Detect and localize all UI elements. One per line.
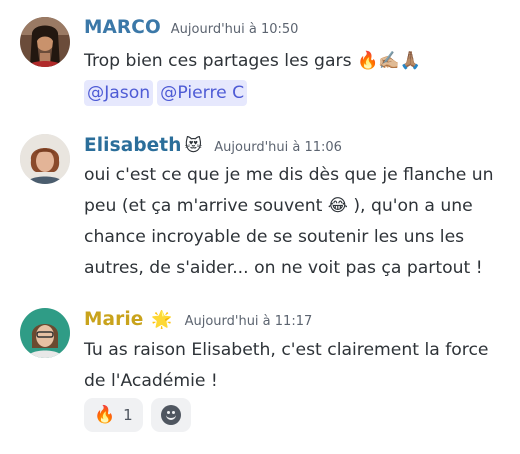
elisabeth-avatar-image (20, 134, 70, 184)
reaction-fire[interactable]: 🔥 1 (84, 398, 143, 432)
mentions-row: @Jason @Pierre C (84, 78, 508, 109)
author-name[interactable]: Elisabeth (84, 135, 182, 156)
avatar-marie[interactable] (20, 308, 70, 358)
message-line: de l'Académie ! (84, 371, 218, 391)
author-name[interactable]: Marie (84, 309, 143, 330)
timestamp[interactable]: Aujourd'hui à 11:06 (214, 140, 342, 155)
message-line: oui c'est ce que je me dis dès que je fl… (84, 165, 494, 185)
message-line: peu (et ça m'arrive souvent 😂 ), qu'on a… (84, 196, 473, 216)
glowing-star-emoji: 🌟 (151, 310, 173, 330)
marco-avatar-image (20, 17, 70, 67)
avatar-elisabeth[interactable] (20, 134, 70, 184)
message-elisabeth: Elisabeth 😻 Aujourd'hui à 11:06 oui c'es… (0, 110, 520, 288)
reaction-count: 1 (123, 406, 133, 424)
mention-jason[interactable]: @Jason (84, 80, 154, 106)
timestamp[interactable]: Aujourd'hui à 10:50 (171, 22, 299, 37)
marie-avatar-image (20, 308, 70, 358)
author-name[interactable]: MARCO (84, 17, 161, 38)
add-reaction-button[interactable] (150, 398, 191, 432)
message-line: Tu as raison Elisabeth, c'est clairement… (84, 340, 489, 360)
heart-eyes-cat-emoji: 😻 (184, 136, 203, 156)
message-marco: MARCO Aujourd'hui à 10:50 Trop bien ces … (0, 0, 520, 110)
avatar-marco[interactable] (20, 17, 70, 67)
fire-icon: 🔥 (94, 405, 116, 425)
message-line: chance incroyable de se soutenir les uns… (84, 227, 465, 247)
mention-pierre-c[interactable]: @Pierre C (157, 80, 248, 106)
timestamp[interactable]: Aujourd'hui à 11:17 (185, 314, 313, 329)
smiley-icon (160, 405, 181, 425)
message-text: Trop bien ces partages les gars 🔥✍🏼🙏🏽 (84, 51, 422, 71)
message-marie: Marie 🌟 Aujourd'hui à 11:17 Tu as raison… (0, 288, 520, 454)
message-line: autres, de s'aider... on ne voit pas ça … (84, 258, 483, 278)
